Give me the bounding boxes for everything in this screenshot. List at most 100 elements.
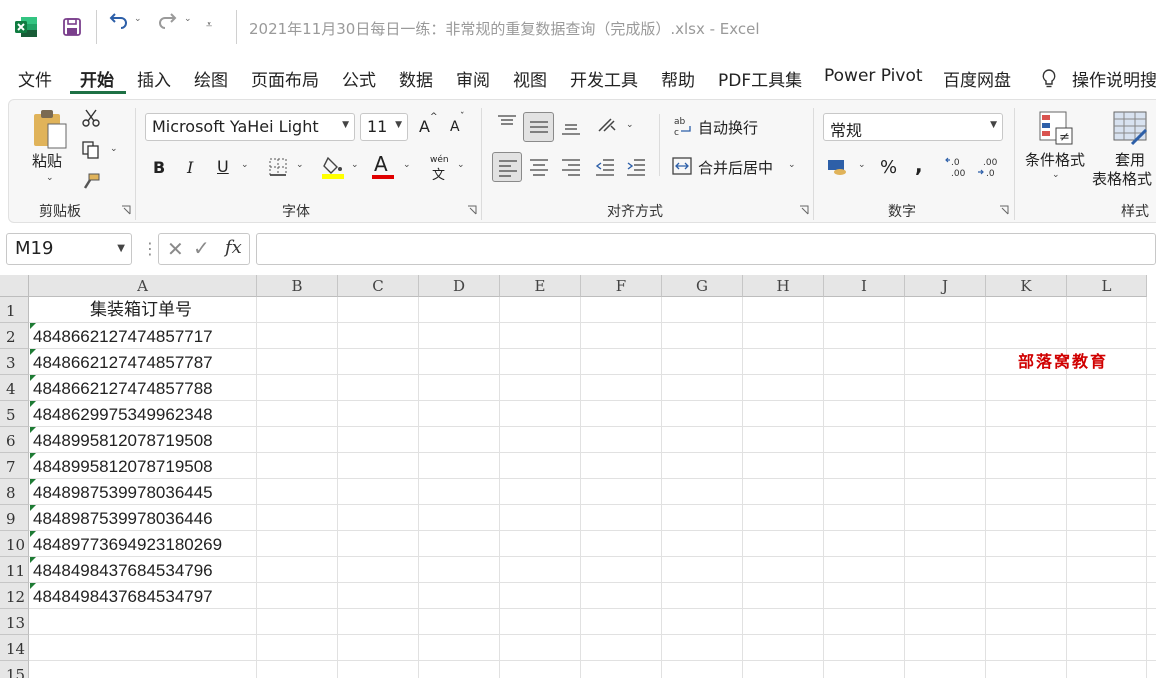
merge-center-label[interactable]: 合并后居中: [698, 157, 773, 178]
dialog-launcher-icon[interactable]: [467, 205, 477, 215]
tab-draw[interactable]: 绘图: [194, 66, 228, 91]
format-painter-icon[interactable]: [81, 172, 101, 192]
formula-bar-grip-icon[interactable]: ⋮: [142, 239, 158, 258]
column-header-g[interactable]: G: [662, 275, 743, 297]
column-header-a[interactable]: A: [29, 275, 257, 297]
undo-dropdown-icon[interactable]: ⌄: [134, 14, 142, 24]
row-header-10[interactable]: 10: [0, 531, 29, 557]
row-header-12[interactable]: 12: [0, 583, 29, 609]
font-color-dropdown-icon[interactable]: ⌄: [403, 160, 411, 170]
align-left-button[interactable]: [492, 152, 522, 182]
tab-power-pivot[interactable]: Power Pivot: [824, 66, 923, 86]
conditional-dropdown-icon[interactable]: ⌄: [1052, 170, 1060, 180]
orientation-dropdown-icon[interactable]: ⌄: [626, 120, 634, 130]
copy-icon[interactable]: [81, 140, 101, 160]
cancel-icon[interactable]: ✕: [167, 237, 184, 261]
align-center-icon[interactable]: [529, 158, 549, 176]
comma-style-button[interactable]: ,: [915, 153, 923, 177]
cell-a12[interactable]: 4848498437684534797: [33, 584, 213, 610]
redo-icon[interactable]: [156, 8, 178, 30]
shrink-font-button[interactable]: A: [450, 119, 460, 135]
underline-button[interactable]: U: [217, 157, 229, 176]
column-header-f[interactable]: F: [581, 275, 662, 297]
customize-qat-icon[interactable]: ⩡: [206, 18, 212, 32]
redo-dropdown-icon[interactable]: ⌄: [184, 14, 192, 24]
tab-insert[interactable]: 插入: [137, 66, 171, 91]
paste-dropdown-icon[interactable]: ⌄: [46, 173, 54, 183]
column-header-h[interactable]: H: [743, 275, 824, 297]
row-header-13[interactable]: 13: [0, 609, 29, 635]
cut-icon[interactable]: [81, 108, 101, 128]
dialog-launcher-icon[interactable]: [121, 205, 131, 215]
cell-a5[interactable]: 4848629975349962348: [33, 402, 213, 428]
row-header-7[interactable]: 7: [0, 453, 29, 479]
row-header-3[interactable]: 3: [0, 349, 29, 375]
column-header-i[interactable]: I: [824, 275, 905, 297]
bold-button[interactable]: B: [153, 158, 165, 177]
column-header-c[interactable]: C: [338, 275, 419, 297]
align-right-icon[interactable]: [561, 158, 581, 176]
format-as-table-label-2[interactable]: 表格格式: [1092, 168, 1152, 189]
insert-function-icon[interactable]: fx: [225, 237, 242, 258]
tell-me-search[interactable]: 操作说明搜: [1072, 66, 1156, 91]
dialog-launcher-icon[interactable]: [799, 205, 809, 215]
font-color-button[interactable]: A: [374, 152, 388, 176]
tab-data[interactable]: 数据: [399, 66, 433, 91]
row-header-5[interactable]: 5: [0, 401, 29, 427]
cell-a2[interactable]: 4848662127474857717: [33, 324, 213, 350]
cell-a11[interactable]: 4848498437684534796: [33, 558, 213, 584]
cell-a9[interactable]: 4848987539978036446: [33, 506, 213, 532]
increase-decimal-icon[interactable]: .0 .00: [945, 156, 969, 178]
row-header-15[interactable]: 15: [0, 661, 29, 678]
cell-a4[interactable]: 4848662127474857788: [33, 376, 213, 402]
phonetic-dropdown-icon[interactable]: ⌄: [457, 160, 465, 170]
undo-icon[interactable]: [108, 8, 130, 30]
borders-dropdown-icon[interactable]: ⌄: [296, 160, 304, 170]
dialog-launcher-icon[interactable]: [999, 205, 1009, 215]
decrease-indent-icon[interactable]: [595, 158, 615, 176]
tab-review[interactable]: 审阅: [456, 66, 490, 91]
row-header-11[interactable]: 11: [0, 557, 29, 583]
column-header-j[interactable]: J: [905, 275, 986, 297]
tab-file[interactable]: 文件: [18, 66, 52, 91]
align-middle-button[interactable]: [523, 112, 554, 142]
select-all-corner[interactable]: [0, 275, 29, 297]
row-header-8[interactable]: 8: [0, 479, 29, 505]
column-header-l[interactable]: L: [1067, 275, 1147, 297]
format-as-table-icon[interactable]: [1112, 110, 1148, 146]
conditional-formatting-label[interactable]: 条件格式: [1025, 149, 1085, 170]
column-header-b[interactable]: B: [257, 275, 338, 297]
grow-font-button[interactable]: A: [419, 117, 430, 136]
tab-help[interactable]: 帮助: [661, 66, 695, 91]
align-top-icon[interactable]: [497, 114, 517, 130]
accounting-dropdown-icon[interactable]: ⌄: [858, 160, 866, 170]
merge-dropdown-icon[interactable]: ⌄: [788, 160, 796, 170]
fill-color-dropdown-icon[interactable]: ⌄: [351, 160, 359, 170]
save-icon[interactable]: [62, 17, 82, 37]
cell-a1[interactable]: 集装箱订单号: [90, 297, 192, 323]
italic-button[interactable]: I: [187, 158, 193, 177]
cell-a8[interactable]: 4848987539978036445: [33, 480, 213, 506]
phonetic-guide-char[interactable]: 文: [432, 164, 445, 183]
wrap-text-icon[interactable]: ab c: [673, 115, 693, 137]
copy-dropdown-icon[interactable]: ⌄: [110, 144, 118, 154]
row-header-14[interactable]: 14: [0, 635, 29, 661]
format-as-table-label-1[interactable]: 套用: [1115, 149, 1145, 170]
conditional-formatting-icon[interactable]: ≠: [1038, 110, 1074, 146]
decrease-decimal-icon[interactable]: .00 .0: [977, 156, 1001, 178]
enter-icon[interactable]: ✓: [193, 236, 210, 260]
merge-center-icon[interactable]: [672, 156, 692, 176]
tab-home[interactable]: 开始: [80, 66, 114, 91]
accounting-format-icon[interactable]: [827, 157, 849, 177]
borders-icon[interactable]: [269, 158, 287, 176]
tab-view[interactable]: 视图: [513, 66, 547, 91]
underline-dropdown-icon[interactable]: ⌄: [241, 160, 249, 170]
worksheet-grid[interactable]: A B C D E F G H I J K L 1 2 3 4 5 6 7 8 9 10 11 12 13 14 15 集装箱订单号 4…: [0, 275, 1156, 678]
cell-a7[interactable]: 4848995812078719508: [33, 454, 213, 480]
tab-developer[interactable]: 开发工具: [570, 66, 638, 91]
number-format-combobox[interactable]: 常规 ▼: [823, 113, 1003, 141]
row-header-4[interactable]: 4: [0, 375, 29, 401]
increase-indent-icon[interactable]: [626, 158, 646, 176]
font-name-combobox[interactable]: Microsoft YaHei Light ▼: [145, 113, 355, 141]
cell-a3[interactable]: 4848662127474857787: [33, 350, 213, 376]
